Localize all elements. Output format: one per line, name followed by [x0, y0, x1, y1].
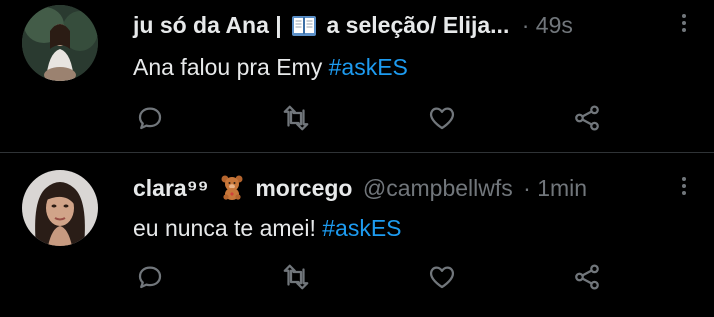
- avatar-photo-icon: [22, 170, 98, 246]
- user-handle[interactable]: @campbellwfs: [363, 175, 513, 201]
- retweet-icon[interactable]: [281, 103, 311, 133]
- hashtag-link[interactable]: #askES: [329, 54, 408, 80]
- share-icon[interactable]: [572, 262, 602, 292]
- avatar-photo-icon: [22, 5, 98, 81]
- share-icon[interactable]: [572, 103, 602, 133]
- hashtag-link[interactable]: #askES: [322, 215, 401, 241]
- separator-dot: ·: [523, 175, 531, 201]
- more-options-icon[interactable]: [674, 12, 694, 38]
- avatar[interactable]: [22, 170, 98, 246]
- like-icon[interactable]: [427, 103, 457, 133]
- display-name[interactable]: clara⁹⁹: [133, 175, 209, 201]
- separator-dot: ·: [521, 12, 530, 38]
- tweet-body: eu nunca te amei!: [133, 215, 316, 241]
- timestamp[interactable]: 1min: [537, 175, 587, 201]
- avatar[interactable]: [22, 5, 98, 81]
- tweet-1[interactable]: ju só da Ana | a seleção/ Elija... · 49s: [0, 0, 714, 152]
- display-name-rest[interactable]: morcego: [255, 175, 352, 201]
- like-icon[interactable]: [427, 262, 457, 292]
- reply-icon[interactable]: [135, 103, 165, 133]
- tweet-body: Ana falou pra Emy: [133, 54, 323, 80]
- reply-icon[interactable]: [135, 262, 165, 292]
- tweet-text: eu nunca te amei! #askES: [133, 213, 402, 243]
- more-options-icon[interactable]: [674, 175, 694, 201]
- book-emoji-icon: [292, 14, 317, 44]
- display-name[interactable]: ju só da Ana |: [133, 12, 282, 38]
- teddy-bear-emoji-icon: [219, 174, 245, 207]
- retweet-icon[interactable]: [281, 262, 311, 292]
- tweet-text: Ana falou pra Emy #askES: [133, 52, 408, 82]
- display-name-rest[interactable]: a seleção/ Elija...: [327, 12, 510, 38]
- tweet-2[interactable]: clara⁹⁹ morcego @campbellwfs · 1min eu n…: [0, 153, 714, 317]
- timestamp[interactable]: 49s: [536, 12, 573, 38]
